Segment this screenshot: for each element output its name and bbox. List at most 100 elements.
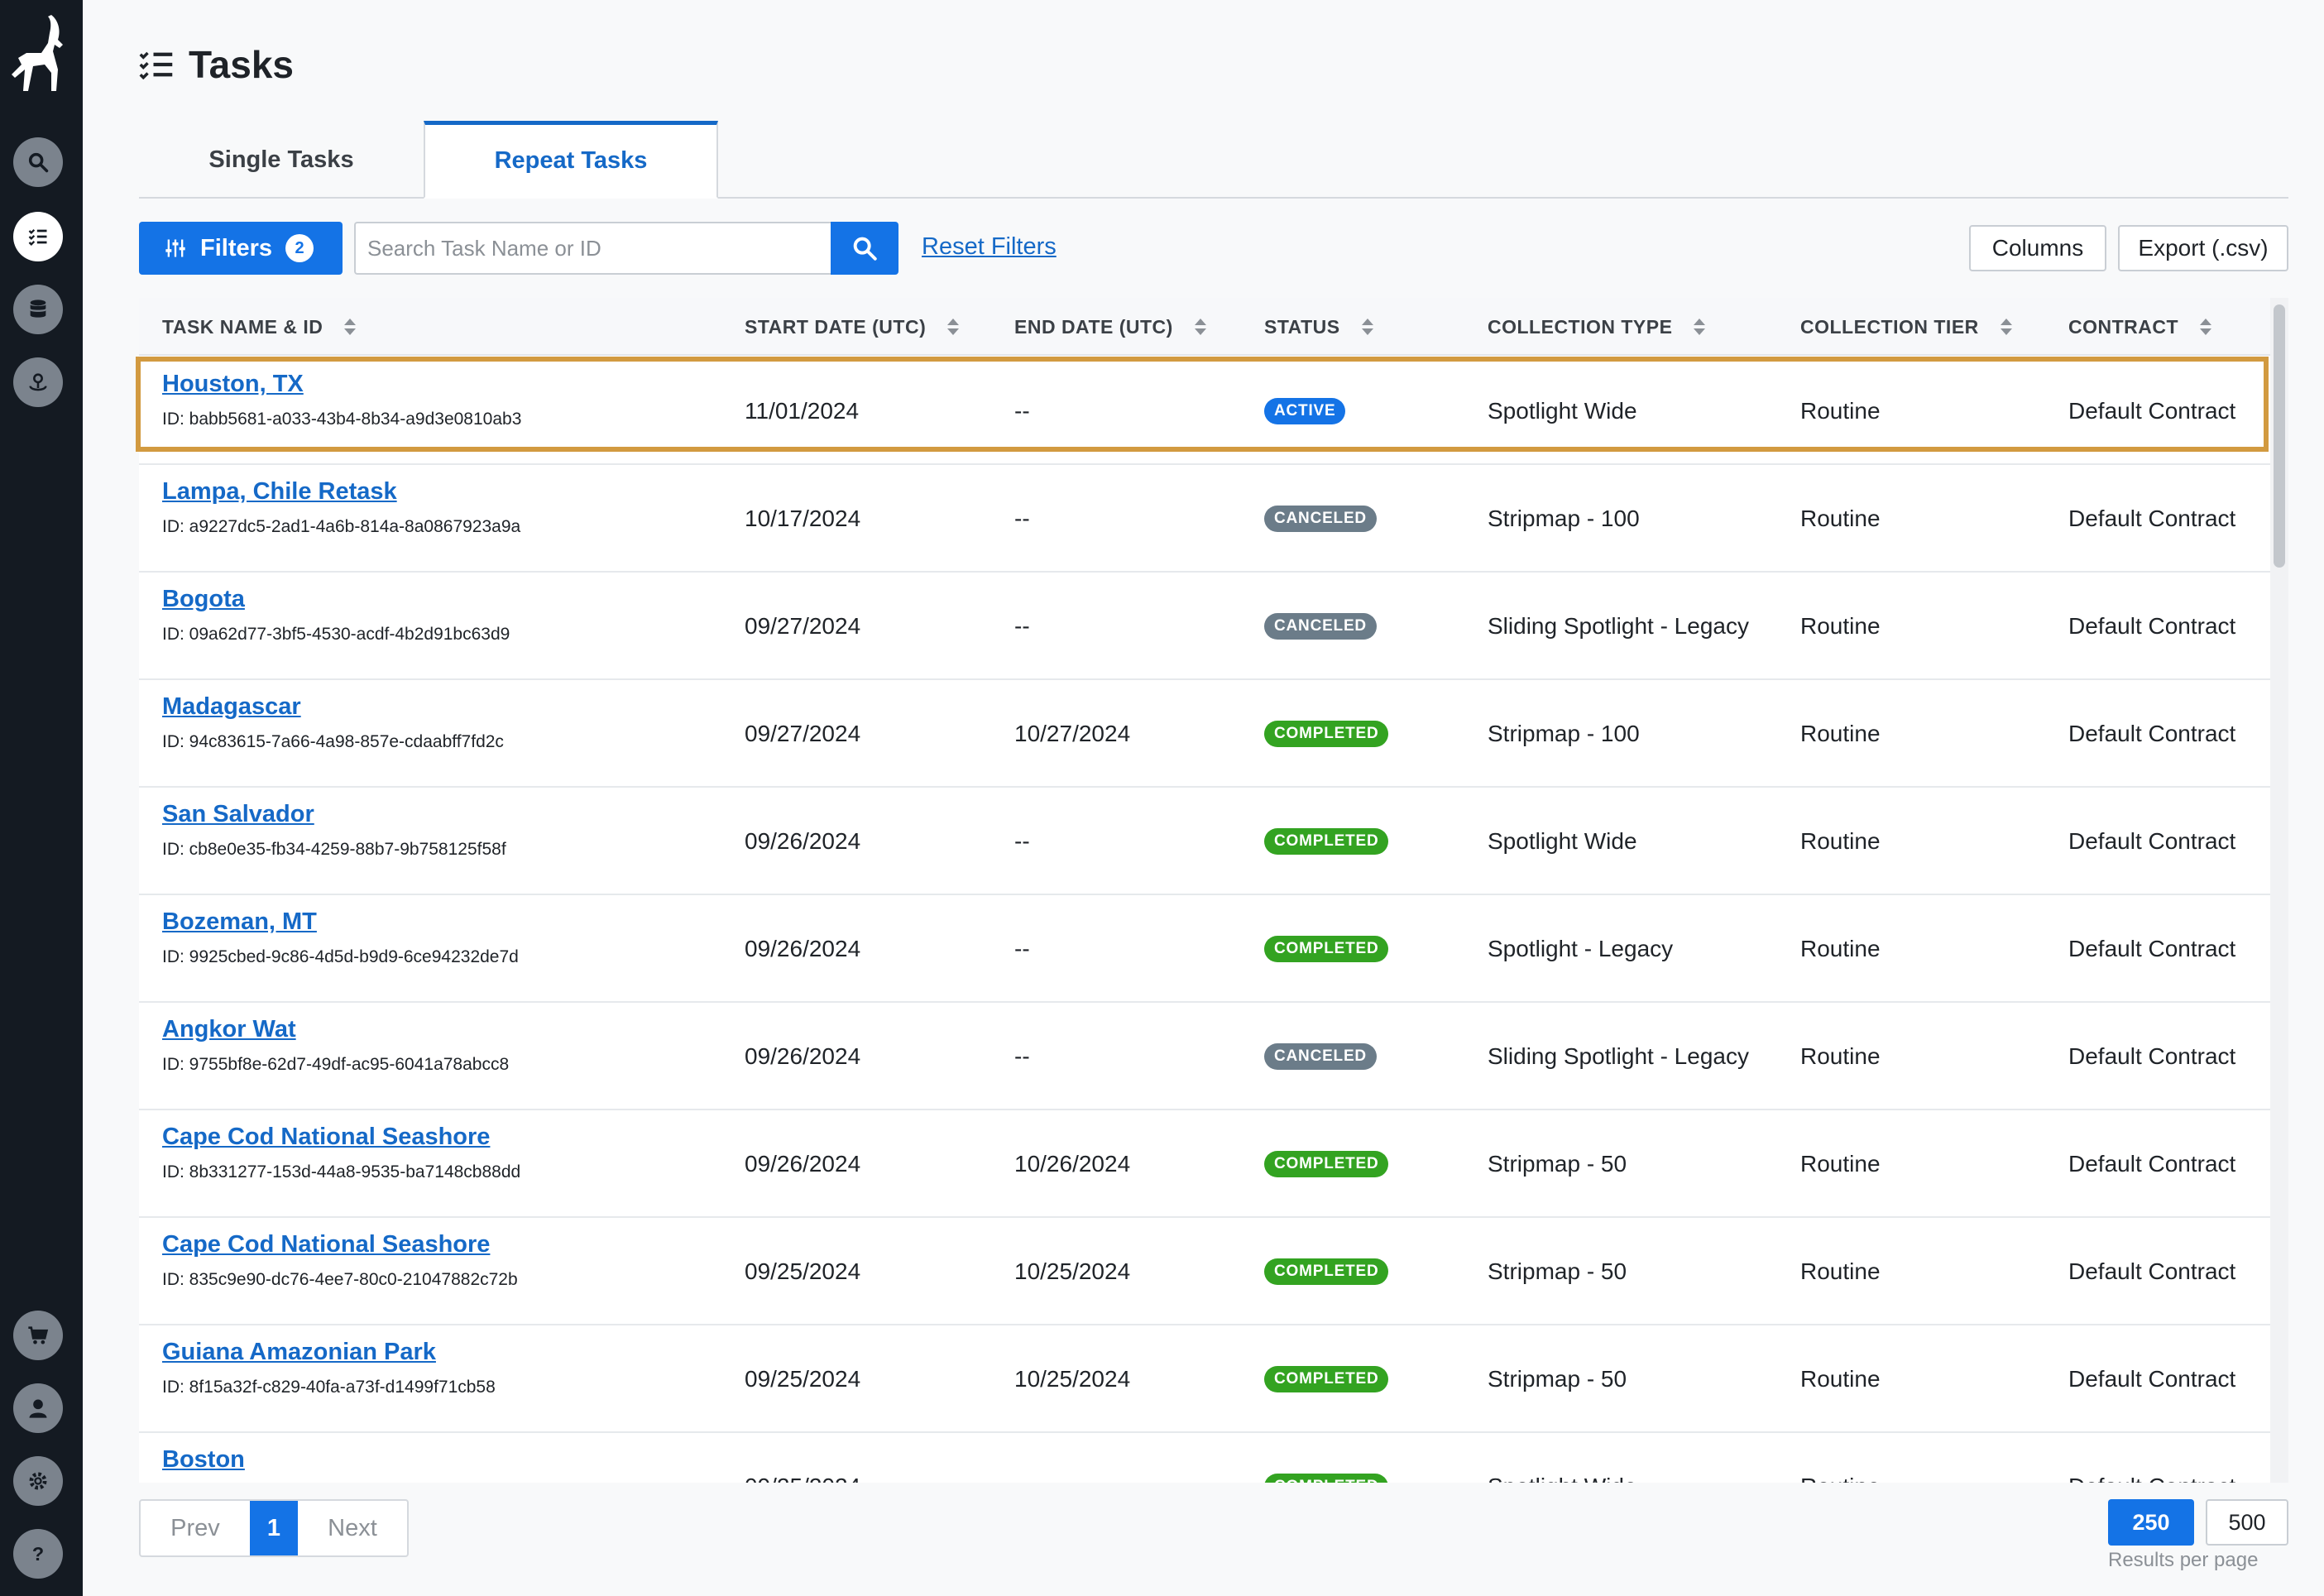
start-date-cell: 11/01/2024 <box>745 398 860 424</box>
task-name-link[interactable]: Bozeman, MT <box>162 908 519 936</box>
task-id: ID: cb8e0e35-fb34-4259-88b7-9b758125f58f <box>162 840 506 859</box>
cart-icon[interactable] <box>13 1311 63 1360</box>
task-name-link[interactable]: Cape Cod National Seashore <box>162 1124 520 1151</box>
end-date-cell: 10/27/2024 <box>1014 721 1131 746</box>
task-name-link[interactable]: San Salvador <box>162 801 506 828</box>
column-header-status[interactable]: STATUS <box>1264 298 1373 356</box>
status-badge: COMPLETED <box>1264 1258 1389 1285</box>
tab-repeat-tasks[interactable]: Repeat Tasks <box>424 121 718 199</box>
table-row[interactable]: Cape Cod National Seashore ID: 8b331277-1… <box>139 1110 2270 1218</box>
column-header-start-date[interactable]: START DATE (UTC) <box>745 298 960 356</box>
task-name-link[interactable]: Lampa, Chile Retask <box>162 478 520 506</box>
table-scrollbar[interactable] <box>2270 298 2288 1483</box>
gear-icon[interactable] <box>13 1456 63 1506</box>
task-id: ID: 94c83615-7a66-4a98-857e-cdaabff7fd2c <box>162 732 504 751</box>
table-row[interactable]: San Salvador ID: cb8e0e35-fb34-4259-88b7-… <box>139 788 2270 895</box>
start-date-cell: 09/25/2024 <box>745 1366 861 1392</box>
table-row[interactable]: Bogota ID: 09a62d77-3bf5-4530-acdf-4b2d91… <box>139 573 2270 680</box>
table-row[interactable]: Guiana Amazonian Park ID: 8f15a32f-c829-4… <box>139 1325 2270 1433</box>
results-per-page-250[interactable]: 250 <box>2108 1499 2194 1546</box>
search-input[interactable] <box>354 222 831 275</box>
filters-button[interactable]: Filters 2 <box>139 222 343 275</box>
help-icon[interactable]: ? <box>13 1529 63 1579</box>
pagination: Prev 1 Next <box>139 1499 409 1557</box>
table-row[interactable]: Bozeman, MT ID: 9925cbed-9c86-4d5d-b9d9-6… <box>139 895 2270 1003</box>
collection-tier-cell: Routine <box>1800 613 1881 639</box>
status-badge: CANCELED <box>1264 613 1377 640</box>
table-row[interactable]: Houston, TX ID: babb5681-a033-43b4-8b34-a… <box>139 357 2270 465</box>
database-icon[interactable] <box>13 285 63 334</box>
end-date-cell: -- <box>1014 936 1030 961</box>
task-name-link[interactable]: Bogota <box>162 586 510 613</box>
status-badge: COMPLETED <box>1264 1366 1389 1392</box>
status-cell: CANCELED <box>1264 1003 1377 1110</box>
status-cell: CANCELED <box>1264 573 1377 680</box>
task-name-cell: Guiana Amazonian Park ID: 8f15a32f-c829-4… <box>162 1339 496 1397</box>
sort-icon <box>1194 319 1206 335</box>
table-header: TASK NAME & ID START DATE (UTC) END DATE… <box>139 298 2270 356</box>
svg-text:?: ? <box>32 1543 44 1565</box>
collection-tier-cell: Routine <box>1800 721 1881 746</box>
table-row[interactable]: Lampa, Chile Retask ID: a9227dc5-2ad1-4a6… <box>139 465 2270 573</box>
collection-type-cell: Stripmap - 50 <box>1488 1151 1627 1177</box>
collection-type-cell: Sliding Spotlight - Legacy <box>1488 1043 1749 1069</box>
start-date-cell: 09/26/2024 <box>745 1043 861 1069</box>
task-name-cell: Bogota ID: 09a62d77-3bf5-4530-acdf-4b2d91… <box>162 586 510 645</box>
column-header-collection-tier[interactable]: COLLECTION TIER <box>1800 298 2012 356</box>
task-name-link[interactable]: Madagascar <box>162 693 504 721</box>
contract-cell: Default Contract <box>2068 721 2236 746</box>
logo-ibex-icon[interactable] <box>8 12 74 94</box>
collection-type-cell: Spotlight Wide <box>1488 1433 1637 1483</box>
results-per-page-500[interactable]: 500 <box>2206 1499 2288 1546</box>
sidebar: ? <box>0 0 83 1596</box>
page-number-button[interactable]: 1 <box>250 1501 298 1555</box>
sort-icon <box>2200 319 2212 335</box>
table-row[interactable]: BostonID: a4c7943a-5654-4cb3-9487-2b33a8… <box>139 1433 2270 1483</box>
status-cell: COMPLETED <box>1264 788 1389 895</box>
sort-icon <box>1361 319 1373 335</box>
collection-type-cell: Sliding Spotlight - Legacy <box>1488 613 1749 639</box>
tasks-table: TASK NAME & ID START DATE (UTC) END DATE… <box>139 298 2270 1483</box>
task-name-cell: Cape Cod National Seashore ID: 8b331277-1… <box>162 1124 520 1182</box>
task-name-link[interactable]: Houston, TX <box>162 371 521 398</box>
end-date-cell: -- <box>1014 1433 1030 1483</box>
task-id: ID: a9227dc5-2ad1-4a6b-814a-8a0867923a9a <box>162 517 521 536</box>
contract-cell: Default Contract <box>2068 1366 2236 1392</box>
column-header-contract[interactable]: CONTRACT <box>2068 298 2212 356</box>
task-name-link[interactable]: Angkor Wat <box>162 1016 509 1043</box>
columns-button[interactable]: Columns <box>1969 225 2106 271</box>
table-row[interactable]: Angkor Wat ID: 9755bf8e-62d7-49df-ac95-60… <box>139 1003 2270 1110</box>
scrollbar-thumb[interactable] <box>2274 304 2285 568</box>
task-name-link[interactable]: Guiana Amazonian Park <box>162 1339 496 1366</box>
end-date-cell: 10/26/2024 <box>1014 1151 1131 1177</box>
collection-type-cell: Spotlight Wide <box>1488 398 1637 424</box>
task-name-cell: San Salvador ID: cb8e0e35-fb34-4259-88b7-… <box>162 801 506 860</box>
next-page-button[interactable]: Next <box>298 1501 407 1555</box>
search-button[interactable] <box>831 222 898 275</box>
table-row[interactable]: Cape Cod National Seashore ID: 835c9e90-d… <box>139 1218 2270 1325</box>
task-name-cell: Angkor Wat ID: 9755bf8e-62d7-49df-ac95-60… <box>162 1016 509 1075</box>
tasks-icon[interactable] <box>13 212 63 261</box>
column-header-collection-type[interactable]: COLLECTION TYPE <box>1488 298 1706 356</box>
status-cell: COMPLETED <box>1264 680 1389 788</box>
prev-page-button[interactable]: Prev <box>141 1501 250 1555</box>
tab-single-tasks[interactable]: Single Tasks <box>139 121 424 199</box>
column-header-task-name[interactable]: TASK NAME & ID <box>162 298 357 356</box>
upload-icon[interactable] <box>13 357 63 407</box>
contract-cell: Default Contract <box>2068 828 2236 854</box>
collection-tier-cell: Routine <box>1800 936 1881 961</box>
reset-filters-link[interactable]: Reset Filters <box>922 233 1057 261</box>
collection-tier-cell: Routine <box>1800 828 1881 854</box>
task-name-link[interactable]: Cape Cod National Seashore <box>162 1231 518 1258</box>
user-icon[interactable] <box>13 1383 63 1433</box>
status-cell: COMPLETED <box>1264 1433 1389 1483</box>
task-name-link[interactable]: Boston <box>162 1446 515 1474</box>
collection-tier-cell: Routine <box>1800 1151 1881 1177</box>
search-icon[interactable] <box>13 137 63 187</box>
collection-tier-cell: Routine <box>1800 1433 1881 1483</box>
start-date-cell: 09/25/2024 <box>745 1258 861 1284</box>
export-csv-button[interactable]: Export (.csv) <box>2118 225 2288 271</box>
table-row[interactable]: Madagascar ID: 94c83615-7a66-4a98-857e-cd… <box>139 680 2270 788</box>
collection-tier-cell: Routine <box>1800 1043 1881 1069</box>
column-header-end-date[interactable]: END DATE (UTC) <box>1014 298 1206 356</box>
